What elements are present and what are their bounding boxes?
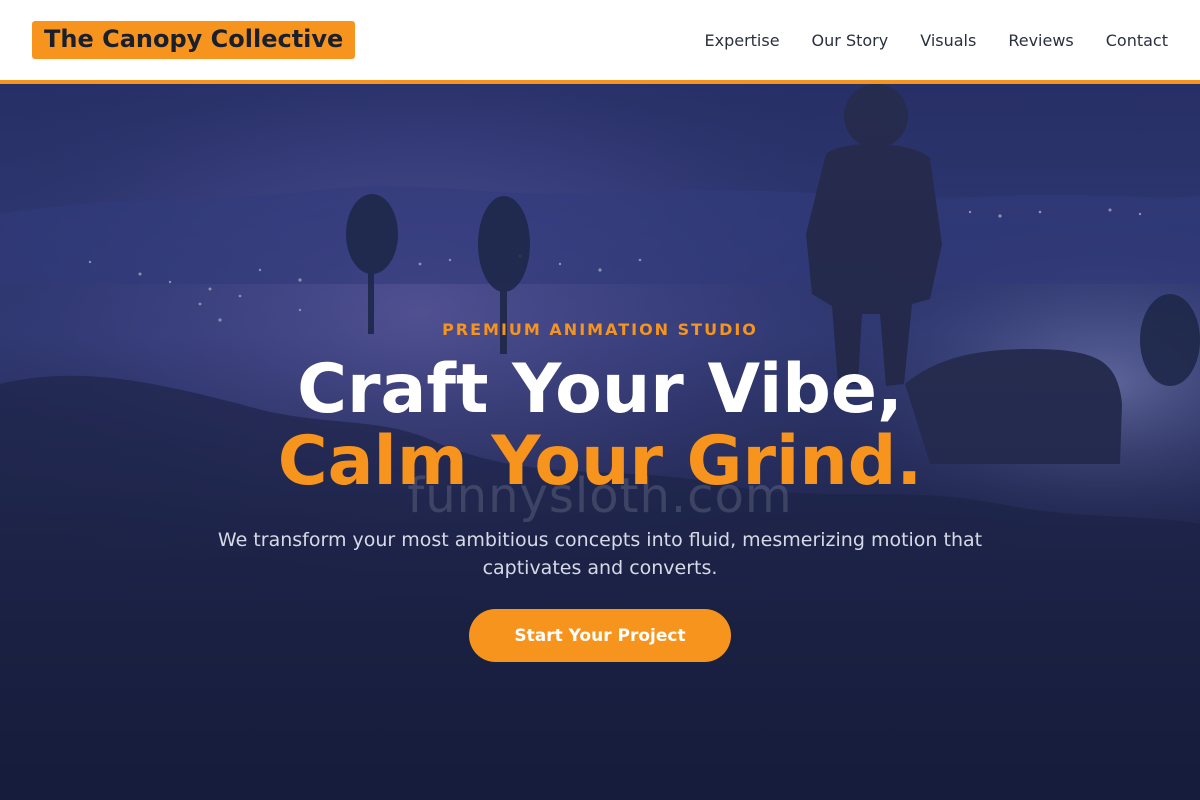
hero-content: PREMIUM ANIMATION STUDIO funnysloth.com … — [0, 84, 1200, 800]
hero-section: PREMIUM ANIMATION STUDIO funnysloth.com … — [0, 84, 1200, 800]
top-navbar: The Canopy Collective Expertise Our Stor… — [0, 0, 1200, 84]
hero-subtitle: We transform your most ambitious concept… — [217, 529, 983, 579]
headline-line-1: Craft Your Vibe, — [297, 350, 903, 429]
nav-link-our-story[interactable]: Our Story — [812, 31, 889, 50]
brand-logo[interactable]: The Canopy Collective — [32, 21, 356, 59]
hero-headline: Craft Your Vibe, Calm Your Grind. — [0, 354, 1200, 498]
hero-eyebrow: PREMIUM ANIMATION STUDIO — [442, 320, 758, 339]
nav-link-contact[interactable]: Contact — [1106, 31, 1168, 50]
headline-line-2: Calm Your Grind. — [277, 422, 923, 501]
main-nav: Expertise Our Story Visuals Reviews Cont… — [704, 31, 1168, 50]
nav-link-visuals[interactable]: Visuals — [920, 31, 976, 50]
nav-link-reviews[interactable]: Reviews — [1008, 31, 1073, 50]
nav-link-expertise[interactable]: Expertise — [704, 31, 779, 50]
start-project-button[interactable]: Start Your Project — [469, 609, 731, 662]
